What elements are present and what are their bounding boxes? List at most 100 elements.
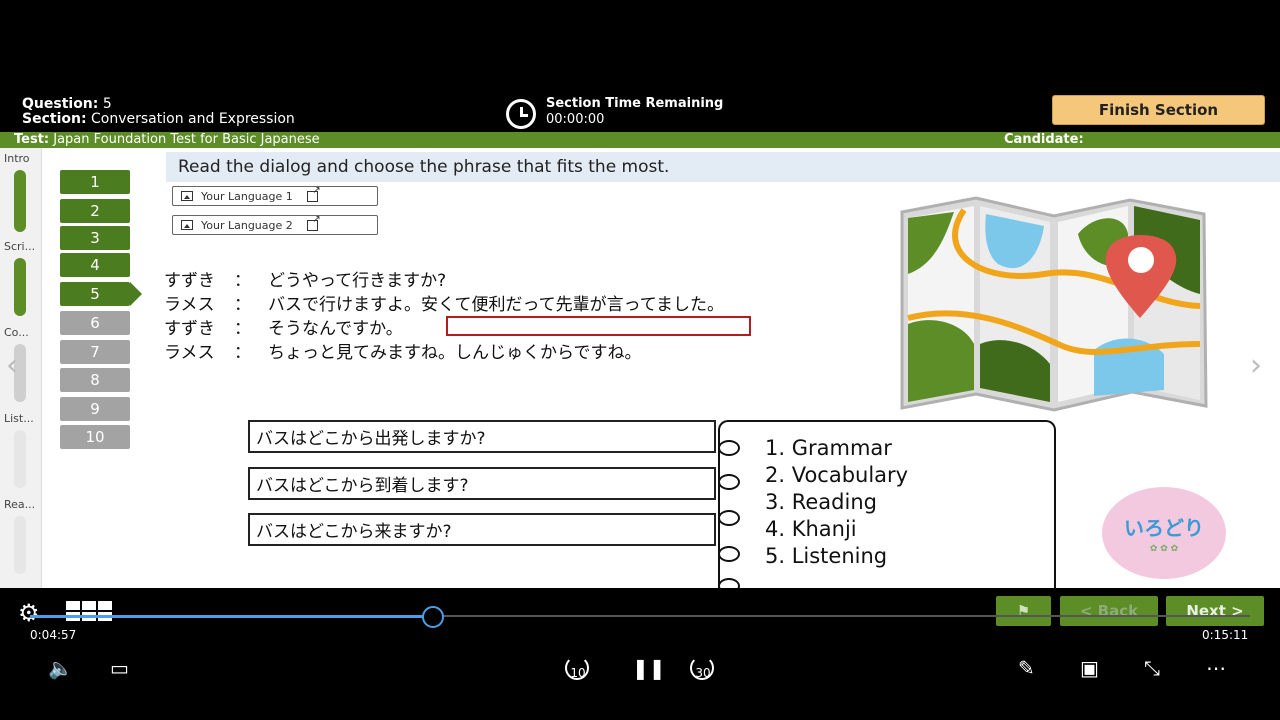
timer-value: 00:00:00 <box>546 112 605 127</box>
logo-decoration: ✿ ✿ ✿ <box>1149 544 1179 554</box>
question-button-9[interactable]: 9 <box>60 397 130 421</box>
image-icon <box>181 220 193 230</box>
exam-header: Question: 5 Section: Conversation and Ex… <box>0 88 1280 132</box>
section-progress-listening <box>14 430 26 488</box>
choice-option-3[interactable]: バスはどこから来ますか? <box>248 513 716 546</box>
pen-icon[interactable]: ✎ <box>1018 656 1035 680</box>
notebook-ring-icon <box>718 546 740 562</box>
irodori-logo: いろどり ✿ ✿ ✿ <box>1092 479 1280 588</box>
section-label-listening[interactable]: List... <box>4 412 34 425</box>
dialog-colon: ： <box>234 271 251 291</box>
volume-icon[interactable]: 🔈 <box>48 656 73 680</box>
dialog-text: ちょっと見てみますね。しんじゅくからですね。 <box>268 343 642 363</box>
question-button-10[interactable]: 10 <box>60 425 130 449</box>
exam-footer: ⚙ ⚑ < Back Next > <box>0 588 1280 640</box>
choice-option-1[interactable]: バスはどこから出発しますか? <box>248 420 716 453</box>
test-name-line: Test: Japan Foundation Test for Basic Ja… <box>14 132 320 148</box>
section-progress-reading <box>14 516 26 574</box>
more-options-icon[interactable]: ⋯ <box>1206 656 1226 680</box>
dialog-colon: ： <box>234 343 251 363</box>
question-button-5[interactable]: 5 <box>60 282 142 306</box>
seek-thumb[interactable] <box>421 606 444 628</box>
question-label: Question: <box>22 96 99 112</box>
section-name: Conversation and Expression <box>91 111 295 127</box>
next-button[interactable]: Next > <box>1166 596 1264 626</box>
dialog-text: バスで行けますよ。安くて便利だって先輩が言ってました。 <box>268 295 724 315</box>
section-label-conversation[interactable]: Co... <box>4 326 29 339</box>
external-link-icon <box>306 185 321 202</box>
skip-back-10-icon[interactable]: 10 <box>563 656 593 682</box>
section-label-reading[interactable]: Rea... <box>4 498 35 511</box>
topic-item: 2. Vocabulary <box>765 463 909 487</box>
question-content: Intro Scri... Co... List... Rea... 1 2 3… <box>0 148 1280 588</box>
question-button-3[interactable]: 3 <box>60 226 130 250</box>
question-button-7[interactable]: 7 <box>60 340 130 364</box>
logo-badge: いろどり ✿ ✿ ✿ <box>1102 487 1226 579</box>
flag-icon: ⚑ <box>1016 602 1031 620</box>
language-button-2[interactable]: Your Language 2 <box>172 214 378 235</box>
pause-icon[interactable]: ❚❚ <box>632 656 666 680</box>
section-label-intro[interactable]: Intro <box>4 152 30 165</box>
next-page-arrow-icon[interactable]: › <box>1250 348 1262 383</box>
section-label: Section: <box>22 111 87 127</box>
dialog-text: どうやって行きますか? <box>268 271 447 291</box>
language-button-label: Your Language 2 <box>201 218 293 232</box>
test-bar: Test: Japan Foundation Test for Basic Ja… <box>0 132 1280 148</box>
time-elapsed: 0:04:57 <box>30 628 77 642</box>
seek-bar-progress <box>30 615 433 618</box>
notebook-ring-icon <box>718 474 740 490</box>
instruction-text: Read the dialog and choose the phrase th… <box>166 152 1280 182</box>
question-grid-icon[interactable] <box>66 601 112 621</box>
exit-fullscreen-icon[interactable]: ⤡ <box>1144 656 1160 680</box>
dialog-speaker: すずき <box>164 271 215 291</box>
map-illustration <box>900 196 1208 412</box>
back-button[interactable]: < Back <box>1060 596 1158 626</box>
skip-forward-30-icon[interactable]: 30 <box>688 656 718 682</box>
section-indicator: Section: Conversation and Expression <box>22 111 295 127</box>
gear-icon[interactable]: ⚙ <box>18 599 40 627</box>
notebook-ring-icon <box>718 510 740 526</box>
section-label-script[interactable]: Scri... <box>4 240 35 253</box>
topic-item: 4. Khanji <box>765 517 857 541</box>
dialog-speaker: ラメス <box>164 343 215 363</box>
answer-blank[interactable] <box>446 316 751 336</box>
image-icon <box>181 191 193 201</box>
question-indicator: Question: 5 <box>22 96 112 112</box>
question-button-1[interactable]: 1 <box>60 170 130 194</box>
flag-button[interactable]: ⚑ <box>996 596 1051 626</box>
finish-section-button[interactable]: Finish Section <box>1052 95 1265 125</box>
previous-page-arrow-icon[interactable]: ‹ <box>6 348 18 383</box>
test-label: Test: <box>14 132 50 147</box>
captions-icon[interactable]: ▭ <box>110 656 129 680</box>
skip-back-label: 10 <box>570 666 586 680</box>
dialog-colon: ： <box>234 295 251 315</box>
dialog-speaker: すずき <box>164 319 215 339</box>
topic-item: 5. Listening <box>765 544 888 568</box>
topic-item: 1. Grammar <box>765 436 892 460</box>
question-number: 5 <box>102 96 112 112</box>
dialog-colon: ： <box>234 319 251 339</box>
question-button-4[interactable]: 4 <box>60 253 130 277</box>
language-button-label: Your Language 1 <box>201 189 293 203</box>
external-link-icon <box>306 214 321 231</box>
language-button-1[interactable]: Your Language 1 <box>172 185 378 206</box>
candidate-label: Candidate: <box>1004 132 1084 147</box>
notebook-ring-icon <box>718 578 740 588</box>
test-name: Japan Foundation Test for Basic Japanese <box>53 132 320 147</box>
topic-item: 3. Reading <box>765 490 877 514</box>
notebook-ring-icon <box>718 440 740 456</box>
skip-forward-label: 30 <box>695 666 711 680</box>
clock-icon <box>506 99 536 129</box>
topics-notebook: 1. Grammar 2. Vocabulary 3. Reading 4. K… <box>718 420 1056 588</box>
time-total: 0:15:11 <box>1202 628 1249 642</box>
dialog-text: そうなんですか。 <box>268 319 403 339</box>
question-button-6[interactable]: 6 <box>60 311 130 335</box>
choice-option-2[interactable]: バスはどこから到着します? <box>248 467 716 500</box>
question-button-2[interactable]: 2 <box>60 199 130 223</box>
dialog-speaker: ラメス <box>164 295 215 315</box>
section-progress-script <box>14 258 26 316</box>
miniplayer-icon[interactable]: ▣ <box>1080 656 1099 680</box>
timer-title: Section Time Remaining <box>546 96 724 111</box>
section-progress-intro <box>14 170 26 232</box>
question-button-8[interactable]: 8 <box>60 368 130 392</box>
